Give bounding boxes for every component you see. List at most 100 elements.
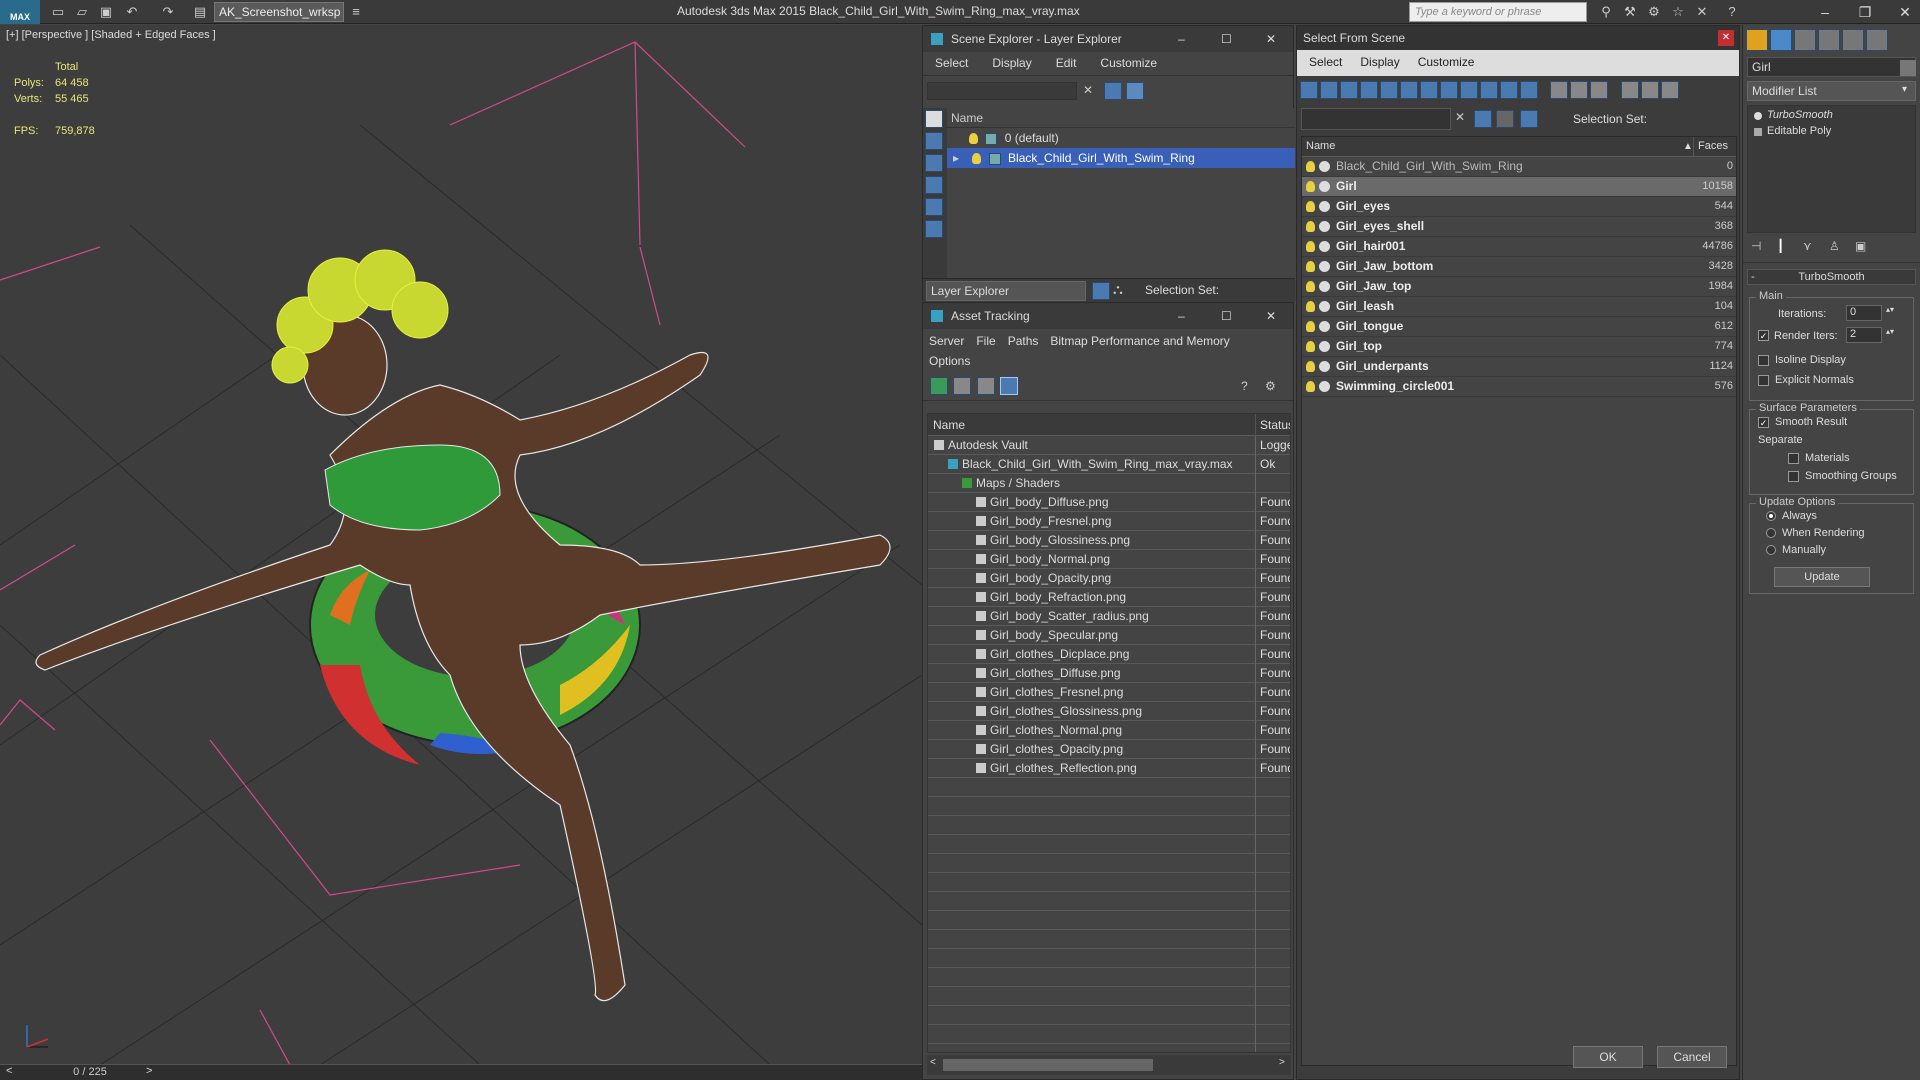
asset-row[interactable]: Girl_body_Opacity.png Found [928,569,1290,588]
sort-icon[interactable] [1640,81,1659,99]
maximize-button[interactable]: ☐ [1221,303,1232,329]
light-bulb-icon[interactable] [1306,341,1315,352]
object-row[interactable]: Girl 10158 [1302,177,1736,197]
filter-icon[interactable] [1474,110,1492,128]
explicit-normals-row[interactable]: Explicit Normals [1758,374,1905,394]
perspective-viewport[interactable]: [+] [Perspective ] [Shaded + Edged Faces… [0,25,922,1065]
redo-icon[interactable]: ↷ [158,3,178,21]
smoothing-groups-row[interactable]: Smoothing Groups [1758,470,1905,488]
asset-row[interactable]: Girl_clothes_Glossiness.png Found [928,702,1290,721]
menu-customize[interactable]: Customize [1406,50,1487,74]
object-color-swatch[interactable] [1900,60,1916,76]
stack-item-turbosmooth[interactable]: TurboSmooth [1751,109,1912,125]
display-all-icon[interactable] [1550,81,1569,99]
layer-row-default[interactable]: 0 (default) [947,128,1295,148]
maximize-button[interactable]: ☐ [1221,26,1232,52]
display-tab-icon[interactable] [1842,29,1864,51]
minimize-button[interactable]: – [1178,303,1185,329]
display-lights-icon[interactable] [1340,81,1358,99]
menu-display[interactable]: Display [1354,50,1405,74]
light-bulb-icon[interactable] [1306,161,1315,172]
asset-row[interactable]: Girl_body_Glossiness.png Found [928,531,1290,550]
smooth-result-row[interactable]: ✓ Smooth Result [1758,416,1905,434]
object-name-field[interactable]: Girl [1747,57,1916,77]
menu-display[interactable]: Display [980,52,1043,74]
light-bulb-icon[interactable] [1306,181,1315,192]
maximize-button[interactable]: ❐ [1850,2,1880,22]
asset-row[interactable]: Girl_clothes_Normal.png Found [928,721,1290,740]
asset-row[interactable]: Girl_body_Fresnel.png Found [928,512,1290,531]
light-bulb-icon[interactable] [1306,321,1315,332]
asset-row[interactable]: Girl_clothes_Opacity.png Found [928,740,1290,759]
smooth-result-checkbox[interactable]: ✓ [1758,416,1769,428]
modifier-list-dropdown[interactable]: Modifier List ▾ [1747,81,1916,101]
menu-options[interactable]: Options [923,351,976,371]
asset-row[interactable]: Girl_body_Specular.png Found [928,626,1290,645]
column-header-name[interactable]: Name [933,414,965,436]
project-folder-icon[interactable]: ▤ [190,3,210,21]
close-button[interactable]: ✕ [1266,26,1276,52]
smoothing-groups-checkbox[interactable] [1788,470,1799,482]
object-row[interactable]: Girl_tongue 612 [1302,317,1736,337]
menu-edit[interactable]: Edit [1044,52,1089,74]
materials-checkbox[interactable] [1788,452,1799,464]
display-helpers-icon[interactable] [1380,81,1398,99]
scene-search-input[interactable] [927,82,1077,100]
hierarchy-icon[interactable]: ⛬ [1113,281,1123,298]
close-button[interactable]: ✕ [1266,303,1276,329]
object-row[interactable]: Girl_underpants 1124 [1302,357,1736,377]
object-row[interactable]: Swimming_circle001 576 [1302,377,1736,397]
hierarchy-icon[interactable] [1520,110,1538,128]
layer-options-icon[interactable] [1126,82,1144,100]
scroll-right-icon[interactable]: > [1279,1057,1285,1068]
menu-customize[interactable]: Customize [1088,52,1169,74]
object-row[interactable]: Girl_Jaw_top 1984 [1302,277,1736,297]
asset-row[interactable]: Girl_body_Diffuse.png Found [928,493,1290,512]
when-rendering-radio[interactable] [1766,528,1776,539]
refresh-icon[interactable] [930,377,948,395]
light-bulb-icon[interactable] [1306,281,1315,292]
filter-icon[interactable] [1104,82,1122,100]
display-containers-icon[interactable] [1480,81,1498,99]
display-geometry-icon[interactable] [925,154,943,172]
create-tab-icon[interactable] [1746,29,1768,51]
display-invert-icon[interactable] [1590,81,1609,99]
help-icon[interactable]: ? [1241,379,1248,393]
viewport-label[interactable]: [+] [Perspective ] [Shaded + Edged Faces… [6,29,216,41]
display-groups-icon[interactable] [1420,81,1438,99]
materials-row[interactable]: Materials [1758,452,1905,470]
clear-search-icon[interactable]: ✕ [1083,83,1093,97]
menu-paths[interactable]: Paths [1002,331,1045,351]
exchange-icon[interactable]: ✕ [1692,3,1712,21]
minimize-button[interactable]: – [1178,26,1185,52]
list-view-icon[interactable] [953,377,972,395]
turbosmooth-rollout-header[interactable]: - TurboSmooth [1747,269,1916,285]
utilities-tab-icon[interactable] [1866,29,1888,51]
render-iters-spinner[interactable]: 2 [1846,327,1882,343]
make-unique-icon[interactable]: ⋎ [1803,239,1829,253]
table-view-icon[interactable] [1000,377,1019,395]
menu-select[interactable]: Select [923,52,980,74]
object-row[interactable]: Girl_eyes_shell 368 [1302,217,1736,237]
light-bulb-icon[interactable] [969,133,978,145]
asset-row[interactable]: Girl_clothes_Dicplace.png Found [928,645,1290,664]
clear-search-icon[interactable]: ✕ [1455,110,1465,124]
asset-row[interactable]: Black_Child_Girl_With_Swim_Ring_max_vray… [928,455,1290,474]
display-shapes-icon[interactable] [925,176,943,194]
display-none-icon[interactable] [1570,81,1589,99]
object-row[interactable]: Girl_top 774 [1302,337,1736,357]
configure-sets-icon[interactable]: ▣ [1855,239,1881,253]
sort-up-icon[interactable]: ▲ [1683,137,1693,156]
find-input[interactable] [1301,108,1451,130]
light-bulb-icon[interactable] [1306,301,1315,312]
horizontal-scrollbar[interactable]: < > [927,1055,1291,1075]
undo-icon[interactable]: ↶ [122,3,142,21]
close-button[interactable]: ✕ [1890,2,1920,22]
asset-row[interactable]: Girl_clothes_Reflection.png Found [928,759,1290,778]
prev-frame-icon[interactable]: < [6,1065,12,1077]
light-bulb-icon[interactable] [972,153,982,165]
next-frame-icon[interactable]: > [146,1065,152,1077]
hierarchy-tab-icon[interactable] [1794,29,1816,51]
object-row[interactable]: Girl_Jaw_bottom 3428 [1302,257,1736,277]
spinner-arrows-icon[interactable]: ▴▾ [1886,305,1894,314]
